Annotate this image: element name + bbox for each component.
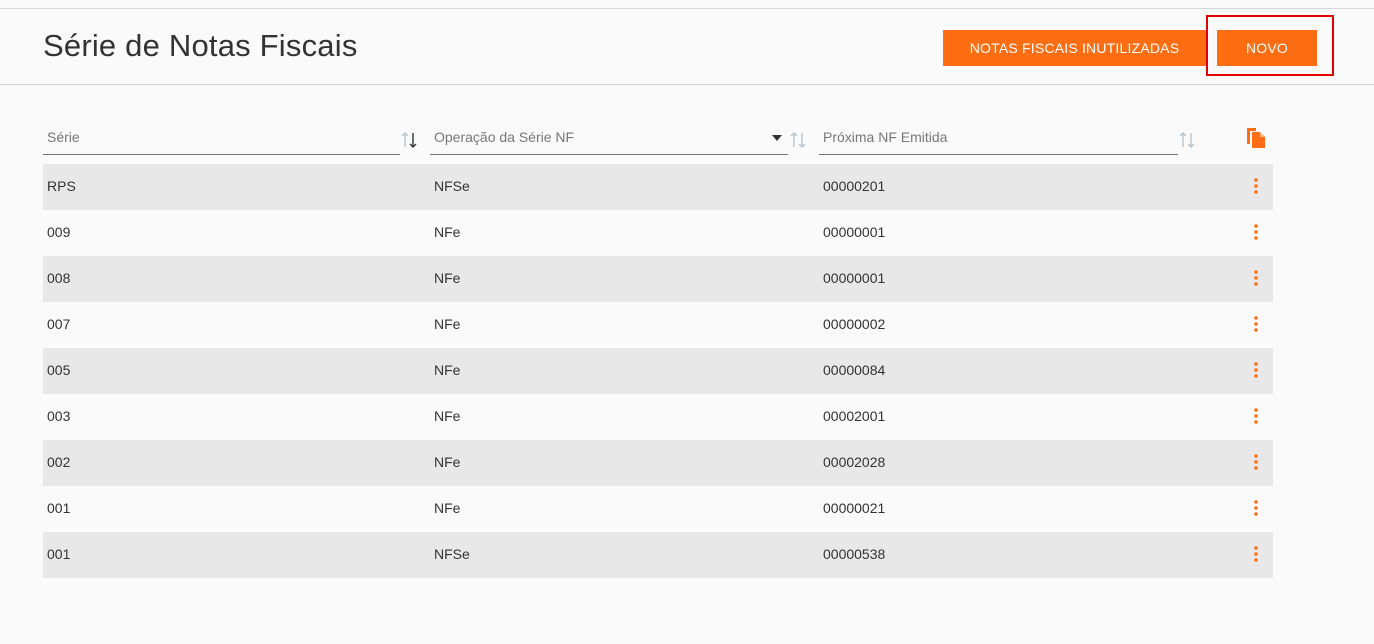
- table-row[interactable]: 002 NFe 00002028: [43, 440, 1273, 486]
- proxima-cell: 00000001: [823, 224, 886, 240]
- page-header: Série de Notas Fiscais NOTAS FISCAIS INU…: [0, 9, 1374, 85]
- proxima-column-label: Próxima NF Emitida: [823, 129, 948, 145]
- operacao-cell: NFSe: [434, 178, 470, 194]
- more-vertical-icon[interactable]: [1249, 544, 1263, 564]
- table-row[interactable]: RPS NFSe 00000201: [43, 164, 1273, 210]
- operacao-filter-select[interactable]: Operação da Série NF: [430, 124, 788, 155]
- page-title: Série de Notas Fiscais: [43, 28, 358, 63]
- series-table: RPS NFSe 00000201 009 NFe 00000001 008 NFe 00000…: [43, 164, 1273, 578]
- more-vertical-icon[interactable]: [1249, 268, 1263, 288]
- operacao-cell: NFe: [434, 224, 461, 240]
- proxima-cell: 00000201: [823, 178, 886, 194]
- operacao-cell: NFe: [434, 454, 461, 470]
- sort-icon[interactable]: [400, 130, 418, 150]
- chevron-down-icon[interactable]: [772, 135, 782, 141]
- more-vertical-icon[interactable]: [1249, 452, 1263, 472]
- serie-cell: 002: [47, 454, 71, 470]
- more-vertical-icon[interactable]: [1249, 222, 1263, 242]
- proxima-cell: 00002001: [823, 408, 886, 424]
- serie-cell: 008: [47, 270, 71, 286]
- proxima-cell: 00000538: [823, 546, 886, 562]
- proxima-cell: 00000002: [823, 316, 886, 332]
- proxima-cell: 00000001: [823, 270, 886, 286]
- serie-cell: 005: [47, 362, 71, 378]
- serie-cell: 001: [47, 500, 71, 516]
- more-vertical-icon[interactable]: [1249, 314, 1263, 334]
- table-row[interactable]: 001 NFe 00000021: [43, 486, 1273, 532]
- operacao-cell: NFe: [434, 316, 461, 332]
- serie-cell: RPS: [47, 178, 76, 194]
- table-row[interactable]: 008 NFe 00000001: [43, 256, 1273, 302]
- serie-cell: 007: [47, 316, 71, 332]
- operacao-column-label: Operação da Série NF: [434, 129, 575, 145]
- proxima-cell: 00000021: [823, 500, 886, 516]
- table-row[interactable]: 001 NFSe 00000538: [43, 532, 1273, 578]
- more-vertical-icon[interactable]: [1249, 498, 1263, 518]
- operacao-cell: NFe: [434, 362, 461, 378]
- more-vertical-icon[interactable]: [1249, 176, 1263, 196]
- sort-icon[interactable]: [789, 130, 807, 150]
- serie-cell: 009: [47, 224, 71, 240]
- copy-icon[interactable]: [1246, 127, 1266, 149]
- operacao-cell: NFSe: [434, 546, 470, 562]
- serie-filter-field[interactable]: Série: [43, 124, 400, 155]
- table-row[interactable]: 007 NFe 00000002: [43, 302, 1273, 348]
- novo-button[interactable]: NOVO: [1217, 30, 1317, 66]
- serie-cell: 003: [47, 408, 71, 424]
- proxima-cell: 00000084: [823, 362, 886, 378]
- proxima-filter-field[interactable]: Próxima NF Emitida: [819, 124, 1178, 155]
- serie-cell: 001: [47, 546, 71, 562]
- table-row[interactable]: 009 NFe 00000001: [43, 210, 1273, 256]
- sort-icon[interactable]: [1178, 130, 1196, 150]
- table-row[interactable]: 005 NFe 00000084: [43, 348, 1273, 394]
- notas-inutilizadas-button[interactable]: NOTAS FISCAIS INUTILIZADAS: [943, 30, 1206, 66]
- operacao-cell: NFe: [434, 270, 461, 286]
- serie-column-label: Série: [47, 129, 80, 145]
- operacao-cell: NFe: [434, 408, 461, 424]
- proxima-cell: 00002028: [823, 454, 886, 470]
- more-vertical-icon[interactable]: [1249, 360, 1263, 380]
- table-row[interactable]: 003 NFe 00002001: [43, 394, 1273, 440]
- more-vertical-icon[interactable]: [1249, 406, 1263, 426]
- operacao-cell: NFe: [434, 500, 461, 516]
